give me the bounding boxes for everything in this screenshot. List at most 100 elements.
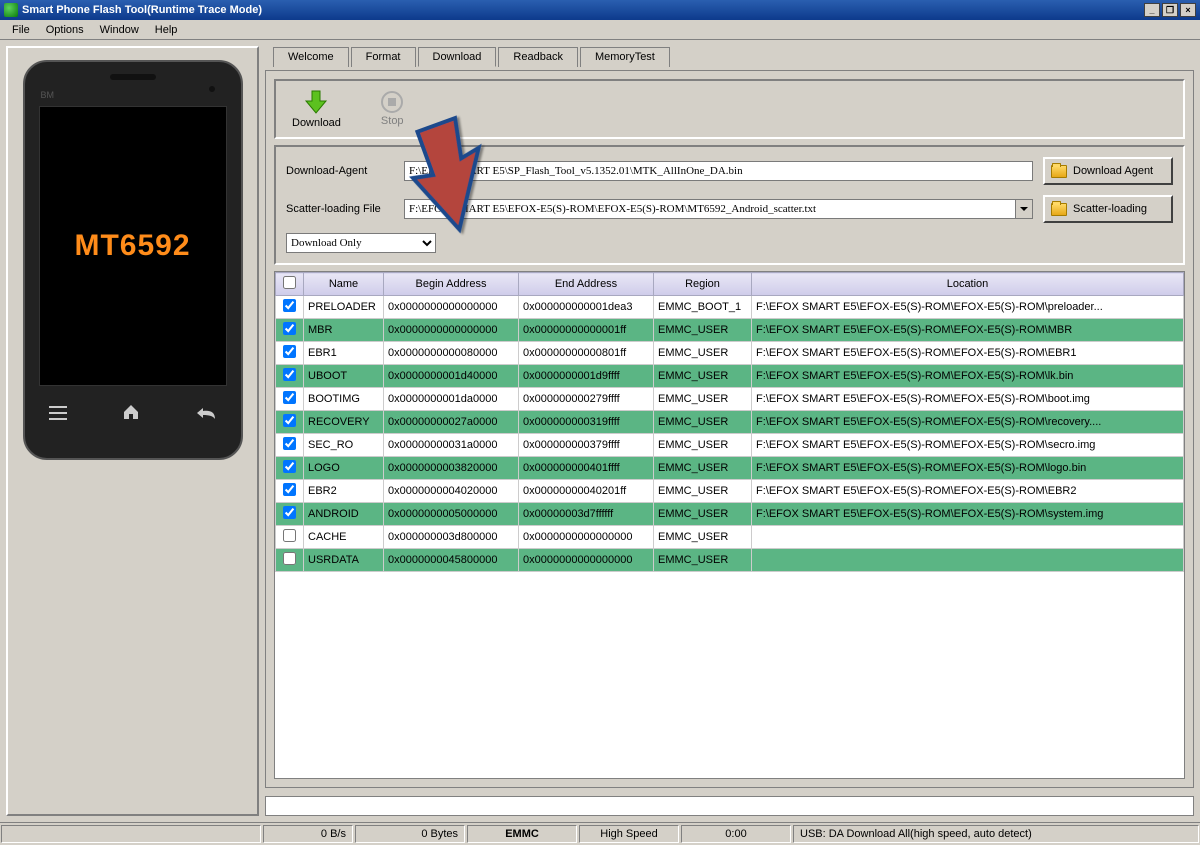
row-checkbox[interactable] — [283, 299, 296, 312]
folder-icon — [1051, 165, 1067, 178]
table-row[interactable]: EBR10x00000000000800000x00000000000801ff… — [276, 342, 1184, 365]
app-icon — [4, 3, 18, 17]
scatter-loading-browse-button[interactable]: Scatter-loading — [1043, 195, 1173, 223]
cell-end: 0x0000000000000000 — [519, 526, 654, 549]
cell-end: 0x00000000000001ff — [519, 319, 654, 342]
cell-begin: 0x0000000004020000 — [384, 480, 519, 503]
header-region[interactable]: Region — [654, 273, 752, 296]
cell-location — [752, 526, 1184, 549]
menu-bar: File Options Window Help — [0, 20, 1200, 40]
header-begin[interactable]: Begin Address — [384, 273, 519, 296]
header-end[interactable]: End Address — [519, 273, 654, 296]
phone-speaker — [110, 74, 156, 80]
table-row[interactable]: EBR20x00000000040200000x00000000040201ff… — [276, 480, 1184, 503]
cell-end: 0x000000000279ffff — [519, 388, 654, 411]
cell-region: EMMC_USER — [654, 411, 752, 434]
tab-download[interactable]: Download — [418, 47, 497, 67]
phone-camera-dot — [209, 86, 215, 92]
action-toolbar: Download Stop — [274, 79, 1185, 139]
download-mode-select[interactable]: Download Only — [286, 233, 436, 253]
table-row[interactable]: BOOTIMG0x0000000001da00000x000000000279f… — [276, 388, 1184, 411]
cell-end: 0x000000000001dea3 — [519, 296, 654, 319]
file-paths-group: Download-Agent Download Agent Scatter-lo… — [274, 145, 1185, 265]
menu-options[interactable]: Options — [38, 22, 92, 38]
row-checkbox[interactable] — [283, 322, 296, 335]
menu-window[interactable]: Window — [92, 22, 147, 38]
cell-location: F:\EFOX SMART E5\EFOX-E5(S)-ROM\EFOX-E5(… — [752, 457, 1184, 480]
download-agent-browse-label: Download Agent — [1073, 165, 1153, 177]
scatter-file-path[interactable] — [404, 199, 1033, 219]
phone-mockup: BM MT6592 — [23, 60, 243, 460]
table-row[interactable]: USRDATA0x00000000458000000x0000000000000… — [276, 549, 1184, 572]
cell-name: SEC_RO — [304, 434, 384, 457]
status-mode: High Speed — [579, 825, 679, 843]
cell-begin: 0x0000000000080000 — [384, 342, 519, 365]
cell-begin: 0x0000000001da0000 — [384, 388, 519, 411]
table-row[interactable]: MBR0x00000000000000000x00000000000001ffE… — [276, 319, 1184, 342]
cell-region: EMMC_USER — [654, 388, 752, 411]
cell-region: EMMC_BOOT_1 — [654, 296, 752, 319]
cell-end: 0x00000000000801ff — [519, 342, 654, 365]
maximize-button[interactable]: ❐ — [1162, 3, 1178, 17]
row-checkbox[interactable] — [283, 483, 296, 496]
cell-region: EMMC_USER — [654, 434, 752, 457]
row-checkbox[interactable] — [283, 437, 296, 450]
cell-name: ANDROID — [304, 503, 384, 526]
row-checkbox[interactable] — [283, 391, 296, 404]
cell-region: EMMC_USER — [654, 457, 752, 480]
header-checkbox[interactable] — [276, 273, 304, 296]
tab-readback[interactable]: Readback — [498, 47, 578, 67]
cell-name: RECOVERY — [304, 411, 384, 434]
row-checkbox[interactable] — [283, 529, 296, 542]
status-usb: USB: DA Download All(high speed, auto de… — [793, 825, 1199, 843]
row-checkbox[interactable] — [283, 414, 296, 427]
cell-region: EMMC_USER — [654, 319, 752, 342]
tab-bar: Welcome Format Download Readback MemoryT… — [273, 46, 1194, 66]
cell-name: EBR2 — [304, 480, 384, 503]
table-row[interactable]: ANDROID0x00000000050000000x00000003d7fff… — [276, 503, 1184, 526]
tab-memorytest[interactable]: MemoryTest — [580, 47, 670, 67]
folder-icon — [1051, 203, 1067, 216]
row-checkbox[interactable] — [283, 506, 296, 519]
tab-welcome[interactable]: Welcome — [273, 47, 349, 67]
close-button[interactable]: × — [1180, 3, 1196, 17]
table-row[interactable]: PRELOADER0x00000000000000000x00000000000… — [276, 296, 1184, 319]
minimize-button[interactable]: _ — [1144, 3, 1160, 17]
row-checkbox[interactable] — [283, 368, 296, 381]
row-checkbox[interactable] — [283, 552, 296, 565]
table-row[interactable]: SEC_RO0x00000000031a00000x000000000379ff… — [276, 434, 1184, 457]
partition-table[interactable]: Name Begin Address End Address Region Lo… — [274, 271, 1185, 779]
table-row[interactable]: LOGO0x00000000038200000x000000000401ffff… — [276, 457, 1184, 480]
cell-region: EMMC_USER — [654, 365, 752, 388]
cell-region: EMMC_USER — [654, 526, 752, 549]
cell-end: 0x0000000001d9ffff — [519, 365, 654, 388]
menu-help[interactable]: Help — [147, 22, 186, 38]
cell-name: UBOOT — [304, 365, 384, 388]
table-row[interactable]: RECOVERY0x00000000027a00000x000000000319… — [276, 411, 1184, 434]
cell-location: F:\EFOX SMART E5\EFOX-E5(S)-ROM\EFOX-E5(… — [752, 434, 1184, 457]
chevron-down-icon[interactable] — [1015, 200, 1032, 218]
cell-location: F:\EFOX SMART E5\EFOX-E5(S)-ROM\EFOX-E5(… — [752, 365, 1184, 388]
cell-begin: 0x0000000001d40000 — [384, 365, 519, 388]
tab-content-download: Download Stop Download-Agent Download Ag… — [265, 70, 1194, 788]
cell-begin: 0x0000000005000000 — [384, 503, 519, 526]
cell-end: 0x00000003d7ffffff — [519, 503, 654, 526]
scatter-file-label: Scatter-loading File — [286, 203, 404, 215]
row-checkbox[interactable] — [283, 345, 296, 358]
cell-begin: 0x0000000000000000 — [384, 319, 519, 342]
download-agent-path[interactable] — [404, 161, 1033, 181]
table-row[interactable]: UBOOT0x0000000001d400000x0000000001d9fff… — [276, 365, 1184, 388]
download-agent-browse-button[interactable]: Download Agent — [1043, 157, 1173, 185]
status-bar: 0 B/s 0 Bytes EMMC High Speed 0:00 USB: … — [0, 822, 1200, 845]
menu-file[interactable]: File — [4, 22, 38, 38]
header-name[interactable]: Name — [304, 273, 384, 296]
cell-name: MBR — [304, 319, 384, 342]
row-checkbox[interactable] — [283, 460, 296, 473]
table-row[interactable]: CACHE0x000000003d8000000x000000000000000… — [276, 526, 1184, 549]
phone-preview-panel: BM MT6592 — [6, 46, 259, 816]
stop-button-label: Stop — [381, 115, 404, 127]
download-button[interactable]: Download — [292, 89, 341, 129]
header-location[interactable]: Location — [752, 273, 1184, 296]
status-speed: 0 B/s — [263, 825, 353, 843]
tab-format[interactable]: Format — [351, 47, 416, 67]
